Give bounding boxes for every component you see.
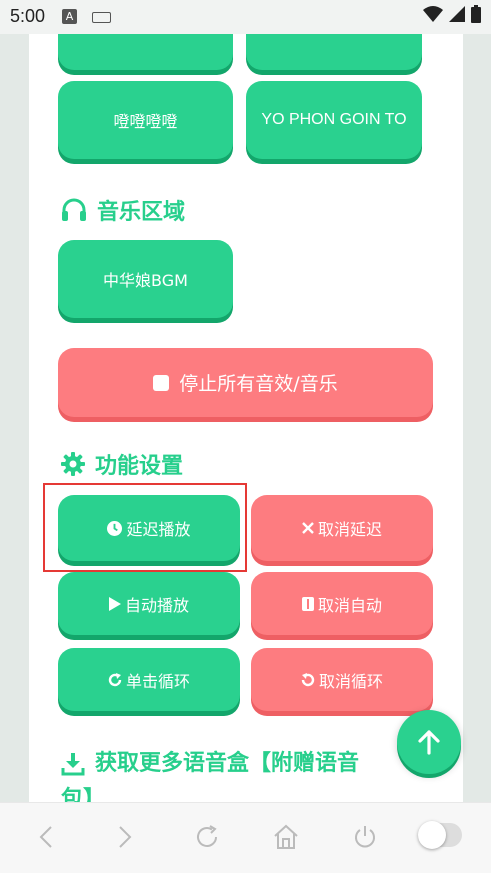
cancel-delay-button[interactable]: 取消延迟 <box>251 495 433 561</box>
cancel-delay-label: 取消延迟 <box>317 520 382 539</box>
power-icon <box>355 826 375 848</box>
chevron-right-icon <box>119 826 132 848</box>
redo-icon <box>108 672 122 686</box>
music-section-title: 音乐区域 <box>61 194 185 226</box>
sound-button-dengdeng[interactable]: 噔噔噔噔 <box>58 81 233 159</box>
click-loop-label: 单击循环 <box>125 671 190 691</box>
battery-icon <box>471 5 481 23</box>
keyboard-icon <box>92 12 111 23</box>
arrow-up-icon <box>418 730 440 755</box>
sound-button[interactable] <box>58 34 233 70</box>
undo-icon <box>301 672 315 686</box>
chevron-left-icon <box>39 826 52 848</box>
download-section-title: 获取更多语音盒【附赠语音 包】 <box>61 746 401 802</box>
pause-icon <box>301 596 314 611</box>
status-bar: 5:00 A <box>0 0 491 34</box>
bgm-button[interactable]: 中华娘BGM <box>58 240 233 318</box>
home-button[interactable] <box>271 822 301 852</box>
stop-square-icon <box>153 374 170 391</box>
refresh-icon <box>197 825 217 847</box>
scroll-to-top-button[interactable] <box>397 710 461 774</box>
auto-play-label: 自动播放 <box>124 595 189 615</box>
stop-all-button[interactable]: 停止所有音效/音乐 <box>58 348 433 417</box>
sound-button-yo-phon[interactable]: YO PHON GOIN TO <box>246 81 422 159</box>
gear-icon <box>61 452 85 476</box>
refresh-button[interactable] <box>192 822 222 852</box>
toggle-switch[interactable] <box>418 821 462 849</box>
signal-icon <box>449 6 465 22</box>
bgm-button-label: 中华娘BGM <box>103 271 188 290</box>
download-icon <box>61 753 85 776</box>
back-button[interactable] <box>31 822 61 852</box>
sound-button-label: 噔噔噔噔 <box>113 112 178 131</box>
sound-button-label: YO PHON GOIN TO <box>261 111 407 128</box>
notification-a-icon: A <box>62 9 77 24</box>
download-title-line1: 获取更多语音盒【附赠语音 <box>95 751 360 776</box>
music-section-title-text: 音乐区域 <box>97 200 186 225</box>
power-button[interactable] <box>350 822 380 852</box>
forward-button[interactable] <box>110 822 140 852</box>
headphones-icon <box>62 198 86 221</box>
home-icon <box>274 824 298 849</box>
status-time: 5:00 <box>10 6 46 26</box>
function-section-title-text: 功能设置 <box>95 454 184 479</box>
auto-play-button[interactable]: 自动播放 <box>58 572 240 635</box>
click-loop-button[interactable]: 单击循环 <box>58 648 240 711</box>
highlight-box <box>43 483 247 572</box>
download-title-line2: 包】 <box>61 787 106 802</box>
function-section-title: 功能设置 <box>61 448 183 480</box>
cancel-loop-label: 取消循环 <box>318 671 383 691</box>
status-icons <box>423 5 481 23</box>
cancel-loop-button[interactable]: 取消循环 <box>251 648 433 711</box>
wifi-icon <box>423 6 443 22</box>
stop-all-label: 停止所有音效/音乐 <box>179 373 338 395</box>
cancel-auto-label: 取消自动 <box>317 595 382 615</box>
play-icon <box>108 596 121 611</box>
sound-button[interactable] <box>246 34 422 70</box>
toggle-knob <box>418 821 446 849</box>
page-content[interactable]: 噔噔噔噔 YO PHON GOIN TO 音乐区域 中华娘BGM 停止所有音效/… <box>29 34 463 802</box>
close-x-icon <box>302 522 314 534</box>
cancel-auto-button[interactable]: 取消自动 <box>251 572 433 635</box>
